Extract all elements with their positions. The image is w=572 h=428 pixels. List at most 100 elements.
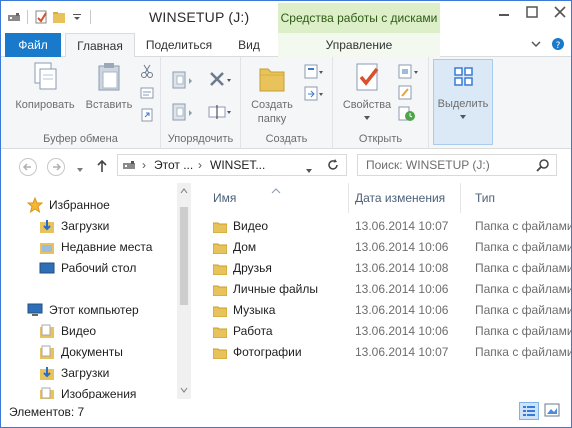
select-icon bbox=[454, 67, 473, 86]
properties-dropdown-icon bbox=[364, 116, 370, 120]
tab-file[interactable]: Файл bbox=[5, 33, 61, 57]
scrollbar-thumb[interactable] bbox=[180, 207, 188, 305]
file-type: Папка с файлами bbox=[475, 240, 571, 254]
tab-manage[interactable]: Управление bbox=[278, 33, 440, 57]
file-name: Работа bbox=[233, 324, 273, 338]
pictures-folder-icon bbox=[40, 387, 54, 399]
minimize-icon[interactable] bbox=[497, 5, 511, 19]
folder-icon bbox=[213, 327, 227, 338]
help-icon[interactable]: ? bbox=[551, 37, 565, 54]
column-header-date[interactable]: Дата изменения bbox=[341, 183, 461, 213]
copy-path-icon[interactable] bbox=[139, 85, 155, 101]
file-row[interactable]: Личные файлы 13.06.2014 10:06 Папка с фа… bbox=[199, 279, 571, 300]
nav-this-pc[interactable]: Этот компьютер bbox=[27, 300, 139, 320]
file-type: Папка с файлами bbox=[475, 282, 571, 296]
folder-icon bbox=[213, 306, 227, 317]
large-icons-view-button[interactable] bbox=[543, 402, 563, 420]
clipboard-group-label: Буфер обмена bbox=[43, 133, 118, 145]
history-icon[interactable] bbox=[397, 105, 421, 123]
nav-pictures[interactable]: Изображения bbox=[39, 384, 136, 399]
scroll-up-icon[interactable] bbox=[180, 187, 188, 195]
nav-documents[interactable]: Документы bbox=[39, 342, 123, 362]
back-button[interactable] bbox=[19, 158, 37, 176]
folder-icon bbox=[213, 243, 227, 254]
delete-icon[interactable] bbox=[207, 69, 233, 91]
up-arrow-icon[interactable] bbox=[95, 158, 109, 177]
address-dropdown-icon[interactable] bbox=[304, 161, 314, 181]
recent-places-icon bbox=[40, 243, 54, 254]
new-folder-qat-icon[interactable] bbox=[52, 10, 66, 24]
group-create: Создать папку Создать bbox=[241, 57, 333, 149]
status-bar: Элементов: 7 bbox=[1, 399, 571, 427]
close-icon[interactable] bbox=[553, 5, 567, 19]
contextual-tab-header: Средства работы с дисками bbox=[278, 3, 440, 33]
column-date-label: Дата изменения bbox=[355, 191, 446, 205]
file-row[interactable]: Дом 13.06.2014 10:06 Папка с файлами bbox=[199, 237, 571, 258]
paste-shortcut-icon[interactable] bbox=[139, 107, 155, 123]
ribbon-collapse-icon[interactable] bbox=[529, 37, 543, 54]
tab-view[interactable]: Вид bbox=[229, 33, 269, 57]
easy-access-icon[interactable] bbox=[303, 85, 325, 103]
breadcrumb-this-pc[interactable]: Этот ... bbox=[154, 155, 193, 175]
address-field[interactable]: › Этот ... › WINSET... bbox=[117, 154, 347, 176]
rename-icon[interactable] bbox=[207, 101, 233, 123]
copy-to-icon[interactable] bbox=[171, 101, 195, 123]
address-separator-2: › bbox=[198, 158, 202, 172]
nav-scrollbar[interactable] bbox=[177, 183, 191, 399]
nav-downloads-pc[interactable]: Загрузки bbox=[39, 363, 109, 383]
new-folder-button[interactable]: Создать папку bbox=[247, 61, 297, 126]
properties-button[interactable]: Свойства bbox=[337, 61, 397, 124]
quick-access-toolbar bbox=[7, 8, 93, 26]
refresh-icon[interactable] bbox=[326, 158, 340, 178]
item-count: Элементов: 7 bbox=[9, 405, 85, 419]
tab-share[interactable]: Поделиться bbox=[141, 33, 217, 57]
nav-downloads[interactable]: Загрузки bbox=[39, 216, 109, 236]
file-row[interactable]: Фотографии 13.06.2014 10:07 Папка с файл… bbox=[199, 342, 571, 363]
file-row[interactable]: Видео 13.06.2014 10:07 Папка с файлами bbox=[199, 216, 571, 237]
new-folder-icon bbox=[259, 68, 285, 92]
forward-button[interactable] bbox=[47, 158, 65, 176]
file-row[interactable]: Работа 13.06.2014 10:06 Папка с файлами bbox=[199, 321, 571, 342]
file-type: Папка с файлами bbox=[475, 345, 571, 359]
file-row[interactable]: Друзья 13.06.2014 10:08 Папка с файлами bbox=[199, 258, 571, 279]
copy-button[interactable]: Копировать bbox=[13, 61, 77, 112]
paste-button[interactable]: Вставить bbox=[83, 61, 135, 112]
file-type: Папка с файлами bbox=[475, 261, 571, 275]
nav-recent[interactable]: Недавние места bbox=[39, 237, 152, 257]
folder-icon bbox=[213, 222, 227, 233]
folder-icon bbox=[213, 264, 227, 275]
qat-dropdown-icon[interactable] bbox=[70, 10, 84, 24]
nav-desktop[interactable]: Рабочий стол bbox=[39, 258, 136, 278]
nav-videos[interactable]: Видео bbox=[39, 321, 96, 341]
file-row[interactable]: Музыка 13.06.2014 10:06 Папка с файлами bbox=[199, 300, 571, 321]
column-header-type[interactable]: Тип bbox=[461, 183, 571, 213]
breadcrumb-winsetup[interactable]: WINSET... bbox=[210, 155, 265, 175]
search-input[interactable]: Поиск: WINSETUP (J:) bbox=[357, 154, 557, 176]
nav-favorites-label: Избранное bbox=[49, 198, 110, 212]
cut-icon[interactable] bbox=[139, 63, 155, 79]
maximize-icon[interactable] bbox=[525, 5, 539, 19]
nav-desktop-label: Рабочий стол bbox=[61, 261, 137, 275]
file-date: 13.06.2014 10:06 bbox=[355, 282, 449, 296]
scroll-down-icon[interactable] bbox=[180, 386, 188, 394]
recent-locations-icon[interactable] bbox=[75, 163, 85, 177]
title-bar: WINSETUP (J:) Средства работы с дисками bbox=[1, 1, 571, 33]
open-icon[interactable] bbox=[397, 63, 421, 81]
navigation-pane: Избранное Загрузки Недавние места Рабочи… bbox=[1, 183, 191, 399]
select-button[interactable]: Выделить bbox=[433, 59, 493, 145]
nav-favorites[interactable]: Избранное bbox=[27, 195, 110, 215]
new-item-icon[interactable] bbox=[303, 63, 325, 81]
details-view-button[interactable] bbox=[519, 402, 539, 420]
explorer-window: WINSETUP (J:) Средства работы с дисками … bbox=[0, 0, 572, 428]
move-to-icon[interactable] bbox=[171, 69, 195, 91]
drive-icon bbox=[7, 10, 21, 24]
paste-icon bbox=[98, 63, 120, 91]
file-type: Папка с файлами bbox=[475, 219, 571, 233]
folder-icon bbox=[213, 285, 227, 296]
properties-qat-icon[interactable] bbox=[34, 10, 48, 24]
tab-home[interactable]: Главная bbox=[65, 33, 135, 58]
address-separator-1: › bbox=[142, 158, 146, 172]
new-folder-label-2: папку bbox=[257, 113, 287, 125]
computer-icon bbox=[27, 303, 43, 316]
edit-icon[interactable] bbox=[397, 84, 421, 102]
